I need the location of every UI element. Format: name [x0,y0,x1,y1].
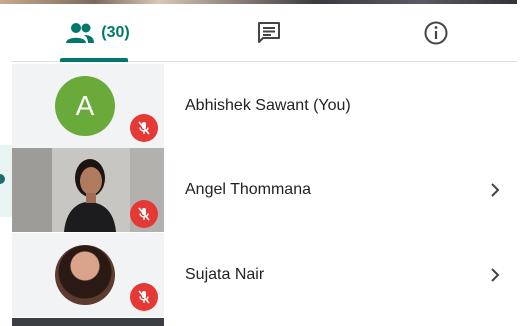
participant-count: (30) [101,23,130,41]
avatar-letter: A [75,90,95,121]
participant-name: Abhishek Sawant (You) [185,97,351,114]
mic-off-icon [130,283,158,311]
chat-icon [257,21,280,43]
participants-panel: (30) A Abhishek Sawant (You) Angel Thomm… [0,0,527,326]
panel-tabs: (30) [12,4,517,62]
left-edge [0,145,12,217]
next-tile-edge [12,318,164,326]
participant-tile [12,233,164,317]
tab-people[interactable]: (30) [12,4,183,62]
tab-chat[interactable] [183,4,354,61]
panel-right-border [517,0,527,326]
participant-row[interactable]: Angel Thommana [12,148,517,232]
edge-dot [0,174,5,184]
mic-off-icon [130,114,158,142]
chevron-right-icon[interactable] [483,178,507,202]
mic-off-icon [130,200,158,228]
tab-underline [60,58,128,62]
participant-name: Sujata Nair [185,266,265,283]
participant-row[interactable]: Sujata Nair [12,233,517,317]
participant-tile [12,148,164,232]
avatar: A [55,76,115,136]
info-icon [424,21,447,44]
people-icon [66,22,95,43]
tab-info[interactable] [354,4,517,61]
chevron-right-icon[interactable] [483,263,507,287]
participant-name: Angel Thommana [185,181,311,198]
avatar [55,245,115,305]
participant-row[interactable]: A Abhishek Sawant (You) [12,64,517,148]
participant-tile: A [12,64,164,148]
